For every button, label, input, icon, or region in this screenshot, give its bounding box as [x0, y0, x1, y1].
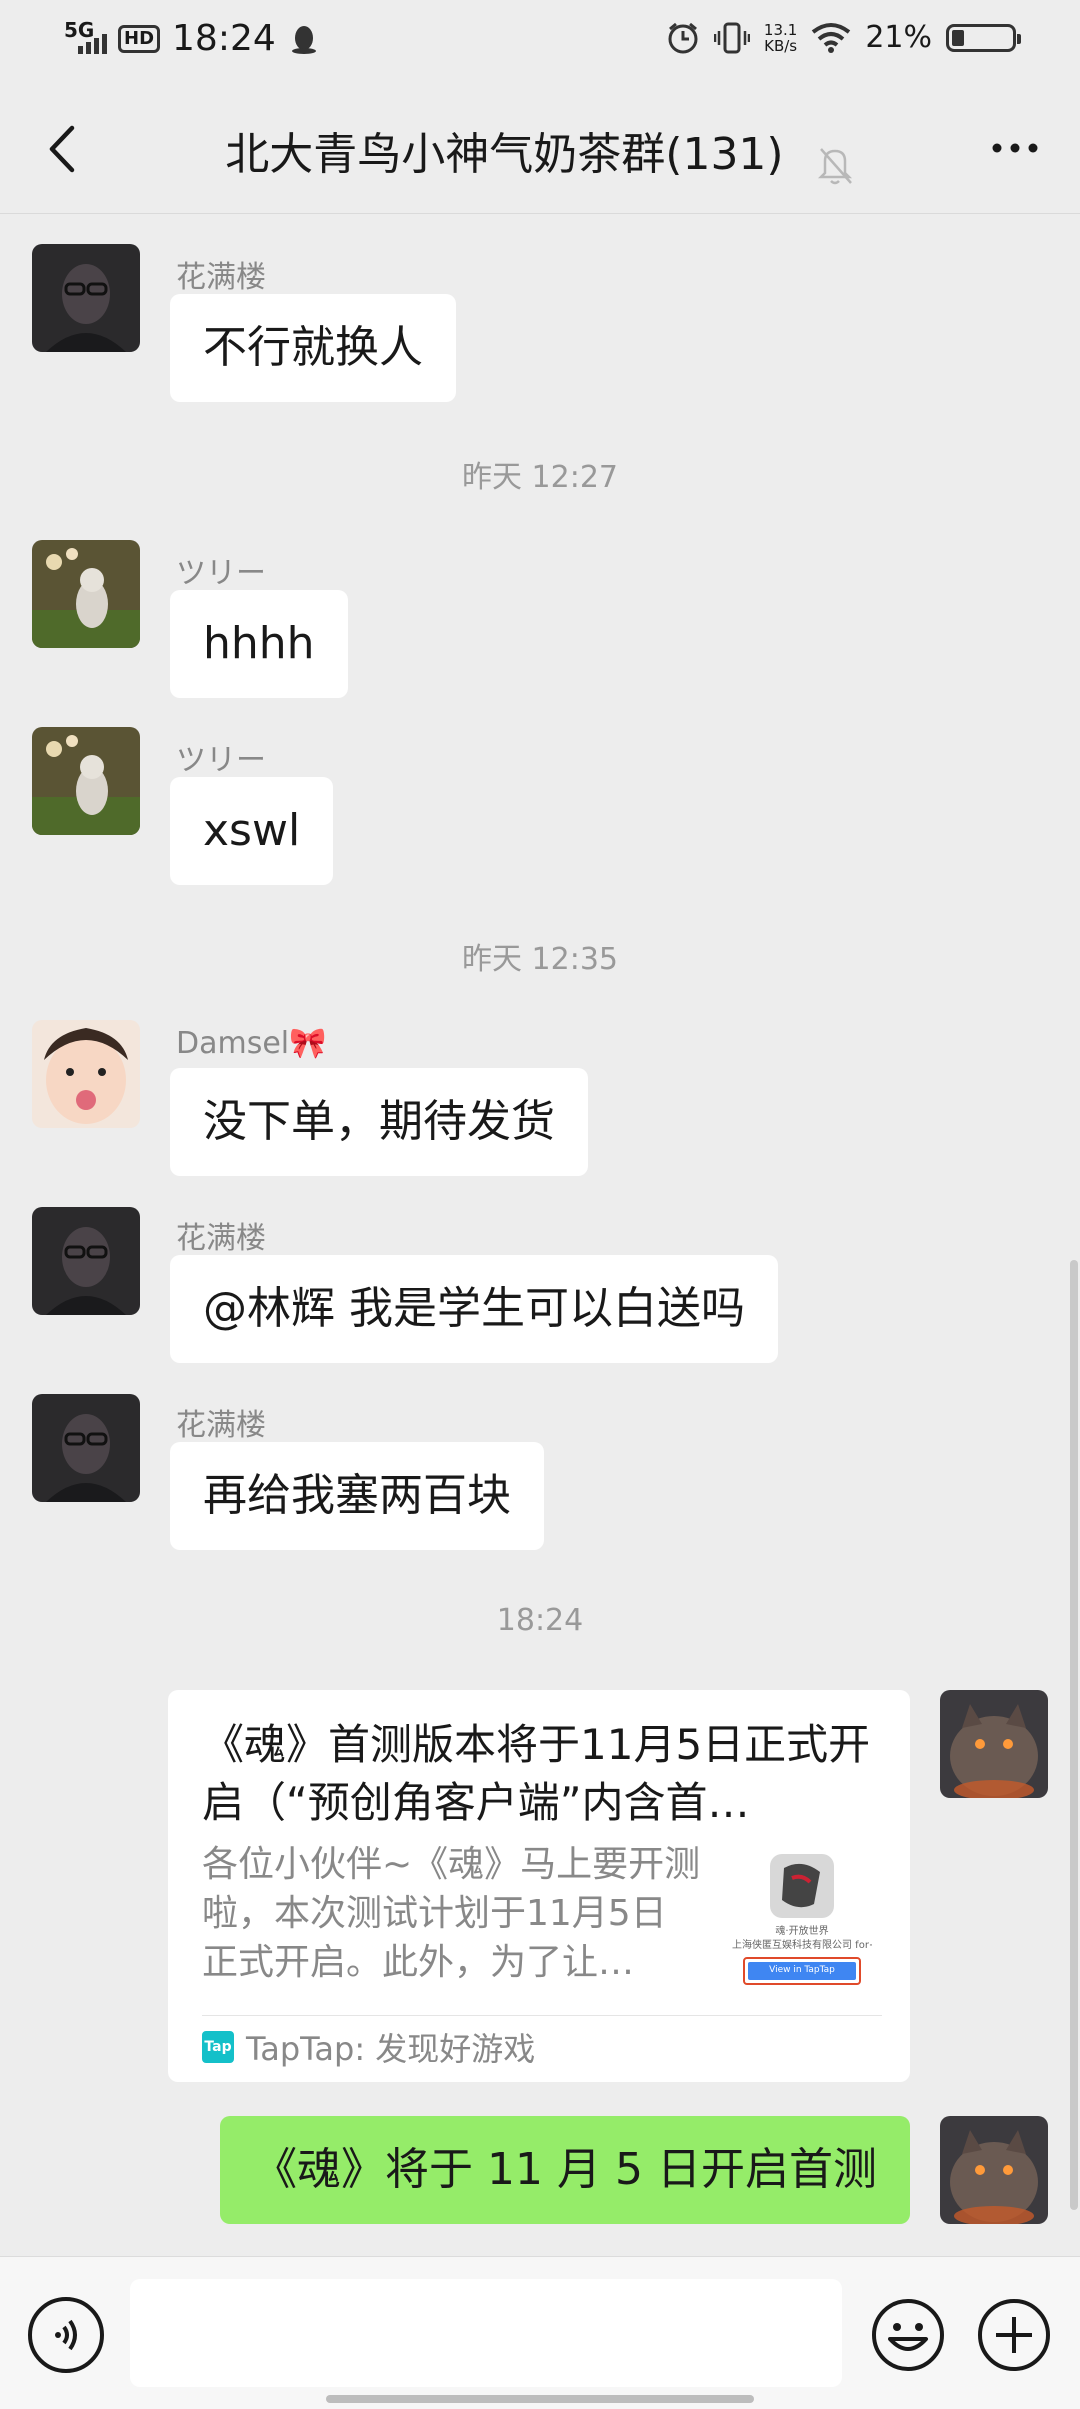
avatar[interactable]: [32, 1207, 140, 1315]
sender-name: 花满楼: [176, 1408, 266, 1443]
qq-penguin-icon: [291, 26, 316, 54]
timestamp: 昨天 12:35: [462, 942, 618, 977]
message-bubble[interactable]: 不行就换人: [170, 294, 456, 402]
avatar[interactable]: [32, 1020, 140, 1128]
card-source-label: TapTap: 发现好游戏: [246, 2030, 536, 2068]
battery-icon: [946, 23, 1021, 52]
my-avatar[interactable]: [940, 1690, 1048, 1798]
sender-name: 花满楼: [176, 1221, 266, 1256]
my-avatar[interactable]: [940, 2116, 1048, 2224]
emoji-icon[interactable]: [870, 2297, 946, 2373]
card-divider: [202, 2015, 882, 2016]
home-indicator[interactable]: [326, 2395, 754, 2403]
sender-name: 花满楼: [176, 260, 266, 295]
chat-header: 北大青鸟小神气奶茶群(131): [0, 84, 1080, 214]
battery-percent: 21%: [865, 20, 932, 55]
card-thumbnail: 魂·开放世界 上海侠匿互娱科技有限公司 for+ View in TapTap: [732, 1848, 872, 1988]
message-bubble[interactable]: 再给我塞两百块: [170, 1442, 544, 1550]
message-bubble[interactable]: xswl: [170, 777, 334, 885]
message-bubble[interactable]: 没下单，期待发货: [170, 1068, 588, 1176]
avatar[interactable]: [32, 244, 140, 352]
sender-name: ツリー: [176, 556, 266, 591]
voice-icon[interactable]: [28, 2297, 104, 2373]
taptap-logo-icon: Tap: [202, 2031, 234, 2063]
clock: 18:24: [172, 18, 276, 59]
hd-badge: HD: [118, 25, 161, 53]
avatar[interactable]: [32, 540, 140, 648]
message-input[interactable]: [130, 2279, 842, 2387]
status-bar: 5G HD 18:24 13.1 KB/s 21%: [0, 0, 1080, 84]
speed-value: 13.1: [763, 20, 798, 39]
input-bar: [0, 2256, 1080, 2409]
signal-icon: 5G: [64, 18, 110, 60]
sender-name: ツリー: [176, 743, 266, 778]
vibrate-icon: [713, 22, 750, 53]
timestamp: 昨天 12:27: [462, 460, 618, 495]
my-message-bubble[interactable]: 《魂》将于 11 月 5 日开启首测: [220, 2116, 910, 2224]
alarm-icon: [668, 22, 698, 53]
bell-off-icon: [817, 147, 852, 184]
header-divider: [0, 213, 1080, 214]
avatar[interactable]: [32, 1394, 140, 1502]
thumb-company: 上海侠匿互娱科技有限公司 for+: [732, 1940, 872, 1951]
speed-unit: KB/s: [764, 36, 798, 55]
card-description: 各位小伙伴~《魂》马上要开测啦，本次测试计划于11月5日正式开启。此外，为了让…: [202, 1844, 701, 1983]
thumb-button: View in TapTap: [769, 1965, 835, 1975]
plus-icon[interactable]: [976, 2297, 1052, 2373]
card-title: 《魂》首测版本将于11月5日正式开启（“预创角客户端”内含首…: [202, 1720, 871, 1827]
card-source: Tap TapTap: 发现好游戏: [202, 2024, 535, 2070]
avatar[interactable]: [32, 727, 140, 835]
more-icon[interactable]: [980, 118, 1050, 178]
wifi-icon: [812, 22, 851, 53]
timestamp: 18:24: [496, 1603, 584, 1638]
message-bubble[interactable]: hhhh: [170, 590, 348, 698]
network-speed: 13.1 KB/s: [764, 22, 797, 54]
link-card[interactable]: 《魂》首测版本将于11月5日正式开启（“预创角客户端”内含首… 各位小伙伴~《魂…: [168, 1690, 910, 2082]
sender-name: Damsel🎀: [176, 1026, 327, 1061]
thumb-caption: 魂·开放世界: [775, 1926, 829, 1937]
chat-scrollbar[interactable]: [1070, 1260, 1078, 2210]
chat-title: 北大青鸟小神气奶茶群(131): [225, 129, 784, 180]
message-bubble[interactable]: @林辉 我是学生可以白送吗: [170, 1255, 778, 1363]
